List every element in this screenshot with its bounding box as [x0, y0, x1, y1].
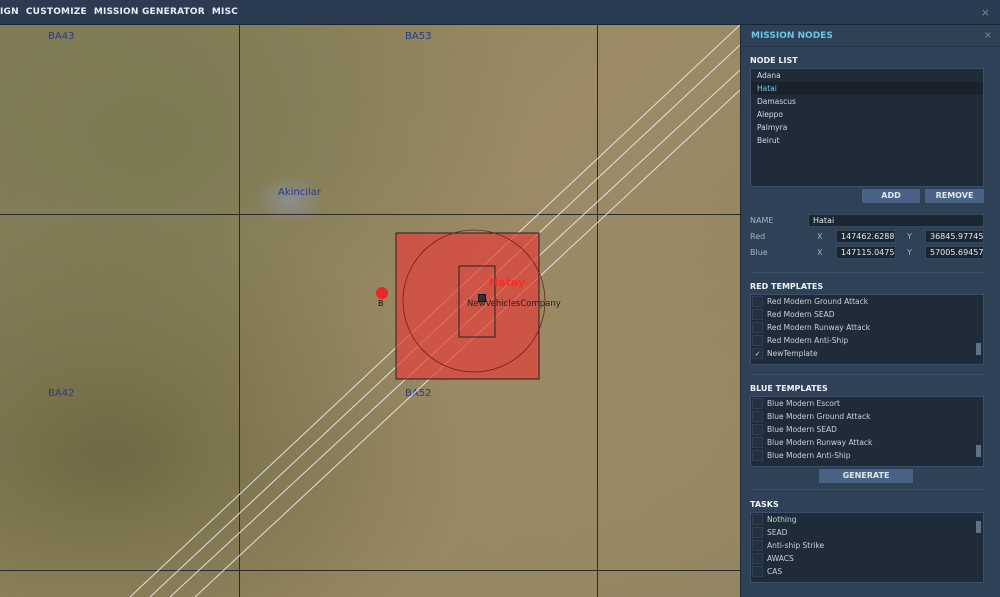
checkbox-label: AWACS [767, 554, 794, 563]
checkbox-item[interactable]: Nothing [751, 513, 983, 526]
checkbox-label: Blue Modern SEAD [767, 425, 837, 434]
menu-mission-generator[interactable]: MISSION GENERATOR [94, 7, 205, 17]
node-list-title: NODE LIST [750, 56, 798, 65]
checkbox-label: CAS [767, 567, 783, 576]
checkbox[interactable] [752, 335, 763, 346]
checkbox-label: Red Modern Runway Attack [767, 323, 871, 332]
scrollbar[interactable] [975, 513, 982, 582]
marker-label[interactable]: B [378, 299, 384, 308]
close-icon[interactable]: × [984, 30, 992, 41]
node-list-item[interactable]: Beirut [751, 134, 983, 147]
checkbox-label: Red Modern Ground Attack [767, 297, 869, 306]
divider [750, 374, 984, 375]
checkbox-item[interactable]: CAS [751, 565, 983, 578]
divider [750, 272, 984, 273]
checkbox-item[interactable]: SEAD [751, 526, 983, 539]
unit-label: NewVehiclesCompany [467, 299, 561, 309]
blue-x-input[interactable]: 147115.047549 [836, 246, 896, 259]
checkbox[interactable] [752, 296, 763, 307]
checkbox-label: Blue Modern Runway Attack [767, 438, 873, 447]
checkbox[interactable] [752, 437, 763, 448]
checkbox[interactable] [752, 553, 763, 564]
checkbox-item[interactable]: Red Modern SEAD [751, 308, 983, 321]
red-x-input[interactable]: 147462.628878 [836, 230, 896, 243]
tasks-list[interactable]: Nothing SEAD Anti-ship Strike AWACS CAS [750, 512, 984, 583]
checkbox-label: Red Modern Anti-Ship [767, 336, 849, 345]
menu-customize[interactable]: CUSTOMIZE [26, 7, 87, 17]
checkbox-label: Nothing [767, 515, 797, 524]
checkbox-item[interactable]: Blue Modern Escort [751, 397, 983, 410]
close-icon[interactable]: × [981, 6, 990, 19]
name-label: NAME [750, 216, 774, 225]
checkbox[interactable] [752, 527, 763, 538]
checkbox-item[interactable]: Blue Modern Anti-Ship [751, 449, 983, 462]
node-list-item[interactable]: Damascus [751, 95, 983, 108]
route-lines [129, 25, 740, 597]
checkbox[interactable] [752, 398, 763, 409]
scrollbar[interactable] [975, 397, 982, 466]
blue-y-label: Y [907, 248, 912, 257]
checkbox-item[interactable]: Anti-ship Strike [751, 539, 983, 552]
menu-misc[interactable]: MISC [212, 7, 238, 17]
name-input[interactable]: Hatai [808, 214, 984, 227]
blue-y-input[interactable]: 57005.694571 [925, 246, 984, 259]
top-menu-bar: IGN CUSTOMIZE MISSION GENERATOR MISC × [0, 0, 1000, 25]
blue-templates-list[interactable]: Blue Modern Escort Blue Modern Ground Att… [750, 396, 984, 467]
node-list-item[interactable]: Hatai [751, 82, 983, 95]
checkbox-item[interactable]: Blue Modern SEAD [751, 423, 983, 436]
checkbox[interactable] [752, 540, 763, 551]
red-y-label: Y [907, 232, 912, 241]
checkbox-label: SEAD [767, 528, 788, 537]
checkbox-item[interactable]: Red Modern Runway Attack [751, 321, 983, 334]
blue-x-label: X [817, 248, 823, 257]
node-list[interactable]: Adana Hatai Damascus Aleppo Palmyra Beirut [750, 68, 984, 187]
checkbox-label: Blue Modern Anti-Ship [767, 451, 851, 460]
checkbox[interactable] [752, 411, 763, 422]
checkbox-item[interactable]: ✓ NewTemplate [751, 347, 983, 360]
zone-name-label: Hatay [489, 276, 526, 289]
tasks-title: TASKS [750, 500, 779, 509]
checkbox[interactable] [752, 322, 763, 333]
checkbox-item[interactable]: AWACS [751, 552, 983, 565]
checkbox[interactable] [752, 566, 763, 577]
checkbox-item[interactable]: Blue Modern Ground Attack [751, 410, 983, 423]
checkbox[interactable] [752, 450, 763, 461]
scrollbar[interactable] [975, 295, 982, 364]
checkbox-item[interactable]: Red Modern Anti-Ship [751, 334, 983, 347]
menu-campaign[interactable]: IGN [0, 7, 19, 17]
checkbox-item[interactable]: Red Modern Ground Attack [751, 295, 983, 308]
checkbox[interactable]: ✓ [752, 348, 763, 359]
red-templates-list[interactable]: Red Modern Ground Attack Red Modern SEAD R… [750, 294, 984, 365]
checkbox[interactable] [752, 424, 763, 435]
node-list-item[interactable]: Palmyra [751, 121, 983, 134]
red-x-label: X [817, 232, 823, 241]
generate-button[interactable]: GENERATE [819, 469, 913, 483]
checkbox[interactable] [752, 514, 763, 525]
add-button[interactable]: ADD [862, 189, 920, 203]
checkbox[interactable] [752, 309, 763, 320]
checkbox-label: Anti-ship Strike [767, 541, 825, 550]
remove-button[interactable]: REMOVE [925, 189, 984, 203]
panel-title: MISSION NODES [741, 25, 1000, 47]
red-y-input[interactable]: 36845.977459 [925, 230, 984, 243]
checkbox-label: NewTemplate [767, 349, 818, 358]
checkbox-label: Blue Modern Ground Attack [767, 412, 871, 421]
blue-label: Blue [750, 248, 768, 257]
blue-templates-title: BLUE TEMPLATES [750, 384, 828, 393]
map-view[interactable]: BA43 BA53 BA42 BA52 Akincilar B Hatay Ne… [0, 25, 740, 597]
red-templates-title: RED TEMPLATES [750, 282, 824, 291]
checkbox-item[interactable]: Blue Modern Runway Attack [751, 436, 983, 449]
checkbox-label: Blue Modern Escort [767, 399, 840, 408]
node-list-item[interactable]: Adana [751, 69, 983, 82]
checkbox-label: Red Modern SEAD [767, 310, 835, 319]
divider [750, 489, 984, 490]
node-list-item[interactable]: Aleppo [751, 108, 983, 121]
red-label: Red [750, 232, 766, 241]
